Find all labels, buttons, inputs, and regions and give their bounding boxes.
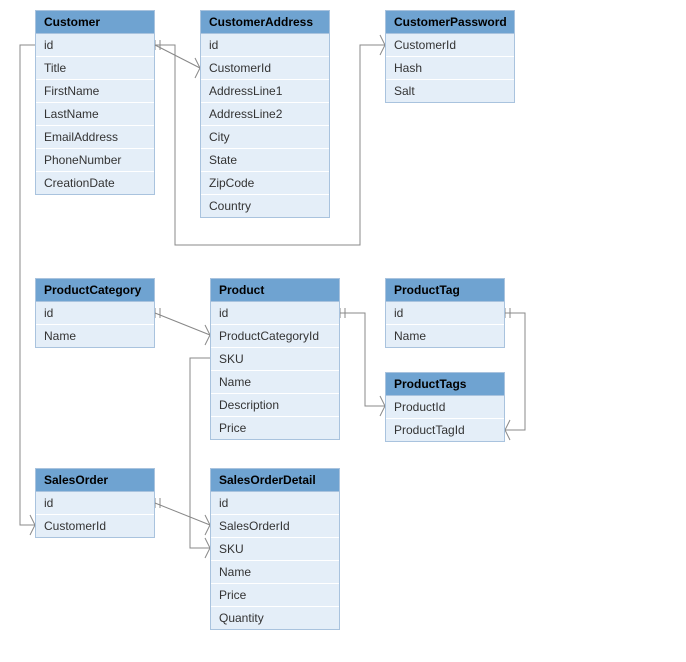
entity-sales-order-detail: SalesOrderDetailidSalesOrderIdSKUNamePri… [210,468,340,630]
entity-field: id [201,34,329,57]
entity-field: id [386,302,504,325]
entity-sales-order: SalesOrderidCustomerId [35,468,155,538]
entity-field: Salt [386,80,514,102]
entity-product-tags: ProductTagsProductIdProductTagId [385,372,505,442]
entity-field: Name [386,325,504,347]
entity-field: CustomerId [36,515,154,537]
entity-field: id [36,34,154,57]
entity-field: Price [211,417,339,439]
entity-product-category: ProductCategoryidName [35,278,155,348]
entity-product-tag: ProductTagidName [385,278,505,348]
entity-field: AddressLine1 [201,80,329,103]
entity-field: CustomerId [201,57,329,80]
entity-title: Product [211,279,339,302]
entity-field: State [201,149,329,172]
entity-title: Customer [36,11,154,34]
entity-title: CustomerAddress [201,11,329,34]
entity-field: ProductTagId [386,419,504,441]
entity-field: Price [211,584,339,607]
entity-field: Title [36,57,154,80]
entity-product: ProductidProductCategoryIdSKUNameDescrip… [210,278,340,440]
entity-field: id [211,492,339,515]
entity-field: FirstName [36,80,154,103]
entity-field: ProductId [386,396,504,419]
entity-field: SalesOrderId [211,515,339,538]
entity-title: SalesOrder [36,469,154,492]
entity-field: City [201,126,329,149]
entity-field: Description [211,394,339,417]
entity-field: Name [211,561,339,584]
entity-title: ProductTags [386,373,504,396]
entity-field: id [36,492,154,515]
entity-field: EmailAddress [36,126,154,149]
entity-field: Country [201,195,329,217]
entity-field: LastName [36,103,154,126]
entity-customer-address: CustomerAddressidCustomerIdAddressLine1A… [200,10,330,218]
entity-field: Hash [386,57,514,80]
entity-field: SKU [211,348,339,371]
entity-customer: CustomeridTitleFirstNameLastNameEmailAdd… [35,10,155,195]
entity-title: ProductTag [386,279,504,302]
entity-field: id [211,302,339,325]
entity-field: Quantity [211,607,339,629]
entity-field: CustomerId [386,34,514,57]
entity-field: id [36,302,154,325]
entity-field: Name [211,371,339,394]
entity-field: ZipCode [201,172,329,195]
entity-field: Name [36,325,154,347]
entity-field: AddressLine2 [201,103,329,126]
entity-title: CustomerPassword [386,11,514,34]
entity-title: SalesOrderDetail [211,469,339,492]
entity-title: ProductCategory [36,279,154,302]
entity-field: PhoneNumber [36,149,154,172]
entity-field: SKU [211,538,339,561]
entity-customer-password: CustomerPasswordCustomerIdHashSalt [385,10,515,103]
entity-field: ProductCategoryId [211,325,339,348]
entity-field: CreationDate [36,172,154,194]
